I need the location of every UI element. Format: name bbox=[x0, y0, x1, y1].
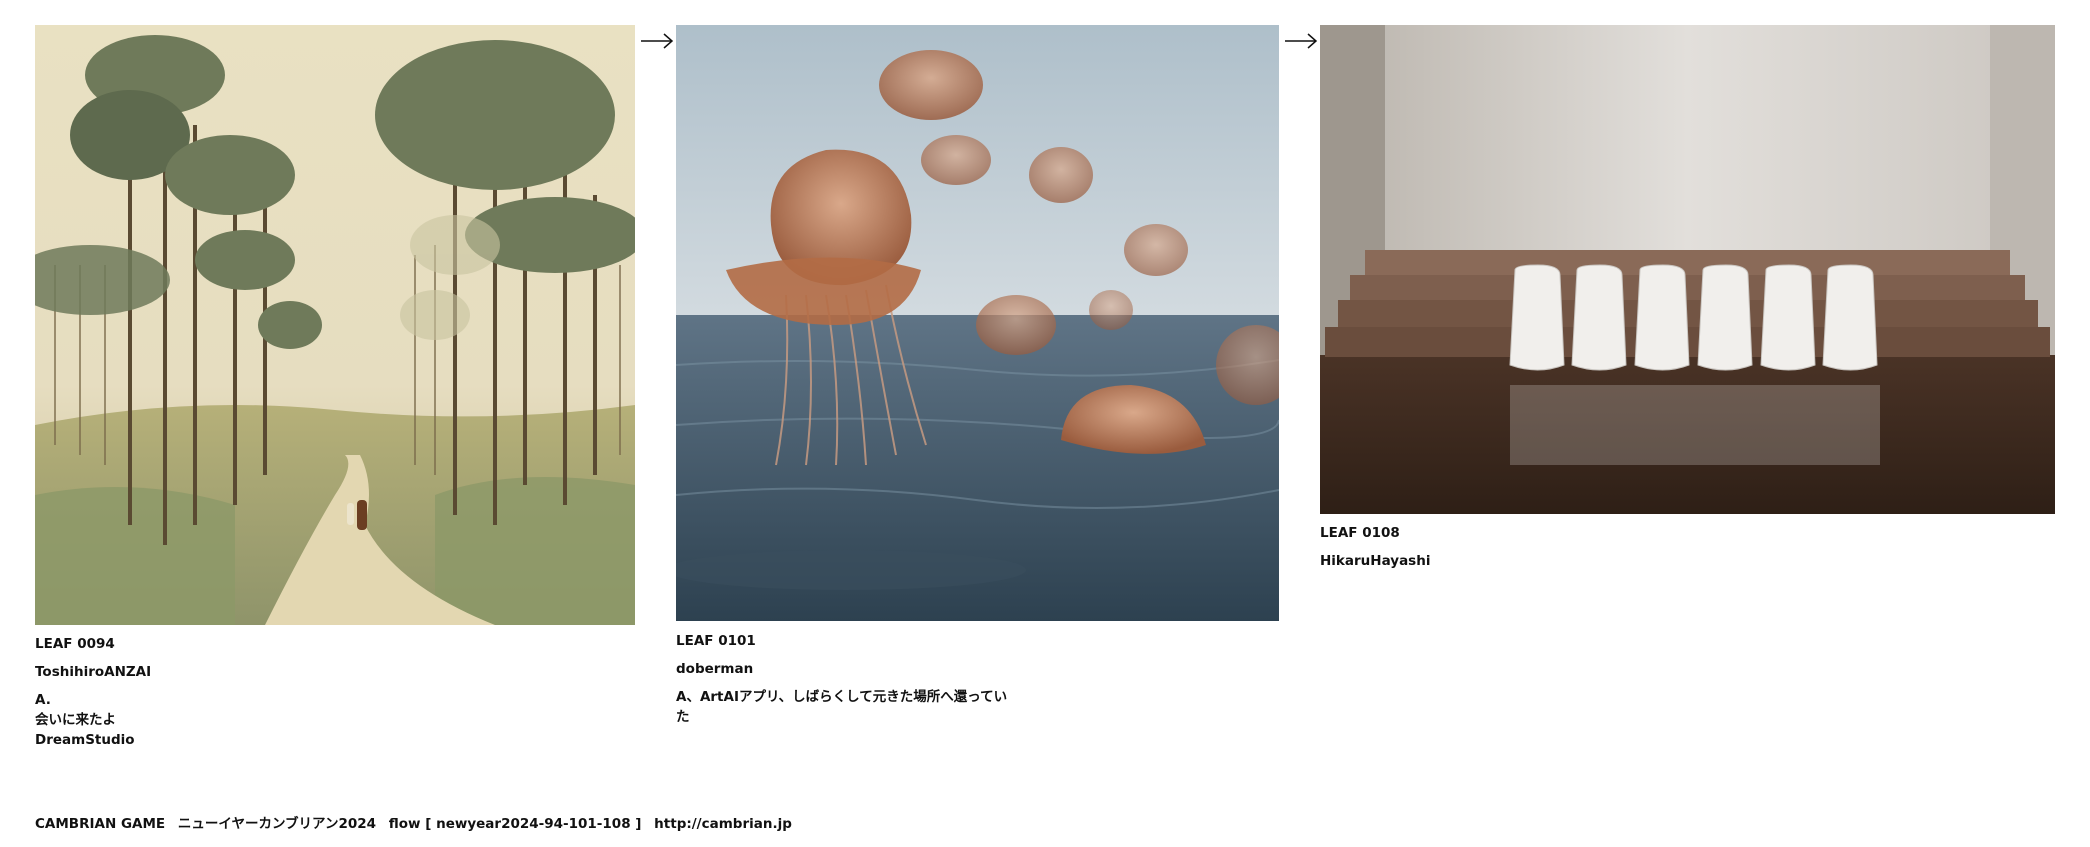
leaf-image-jellyfish[interactable] bbox=[676, 25, 1279, 621]
leaf-id: LEAF 0094 bbox=[35, 636, 115, 652]
leaf-note-line: A. bbox=[35, 692, 51, 708]
footer-flow-id: flow [ newyear2024-94-101-108 ] bbox=[388, 816, 642, 832]
leaf-id: LEAF 0101 bbox=[676, 633, 756, 649]
footer-url-link[interactable]: http://cambrian.jp bbox=[654, 816, 792, 832]
leaf-image-chairs-room[interactable] bbox=[1320, 25, 2055, 514]
footer-game-title: ニューイヤーカンブリアン2024 bbox=[177, 816, 377, 832]
leaf-caption-0101: LEAF 0101 doberman A、ArtAIアプリ、しばらくして元きた場… bbox=[676, 631, 1007, 727]
leaf-author[interactable]: ToshihiroANZAI bbox=[35, 662, 151, 682]
page: LEAF 0094 ToshihiroANZAI A. 会いに来たよ Dream… bbox=[0, 0, 2090, 847]
leaf-card-0101: LEAF 0101 doberman A、ArtAIアプリ、しばらくして元きた場… bbox=[676, 25, 1279, 765]
leaf-note-line: DreamStudio bbox=[35, 732, 135, 748]
leaf-note-line: 会いに来たよ bbox=[35, 712, 116, 728]
footer-game-name: CAMBRIAN GAME bbox=[35, 816, 166, 832]
leaf-card-0108: LEAF 0108 HikaruHayashi bbox=[1320, 25, 2055, 585]
leaf-image-forest-path[interactable] bbox=[35, 25, 635, 625]
leaf-note-line: A、ArtAIアプリ、しばらくして元きた場所へ還ってい bbox=[676, 689, 1008, 705]
leaf-id: LEAF 0108 bbox=[1320, 525, 1400, 541]
flow-arrow-icon bbox=[640, 32, 674, 50]
flow-arrow-icon bbox=[1284, 32, 1318, 50]
footer-flow-info: CAMBRIAN GAME ニューイヤーカンブリアン2024 flow [ ne… bbox=[35, 812, 800, 832]
leaf-author[interactable]: doberman bbox=[676, 659, 1007, 679]
leaf-caption-0094: LEAF 0094 ToshihiroANZAI A. 会いに来たよ Dream… bbox=[35, 634, 151, 750]
leaf-card-0094: LEAF 0094 ToshihiroANZAI A. 会いに来たよ Dream… bbox=[35, 25, 635, 765]
leaf-note-line: た bbox=[676, 709, 690, 725]
leaf-author[interactable]: HikaruHayashi bbox=[1320, 551, 1430, 571]
leaf-caption-0108: LEAF 0108 HikaruHayashi bbox=[1320, 523, 1430, 571]
